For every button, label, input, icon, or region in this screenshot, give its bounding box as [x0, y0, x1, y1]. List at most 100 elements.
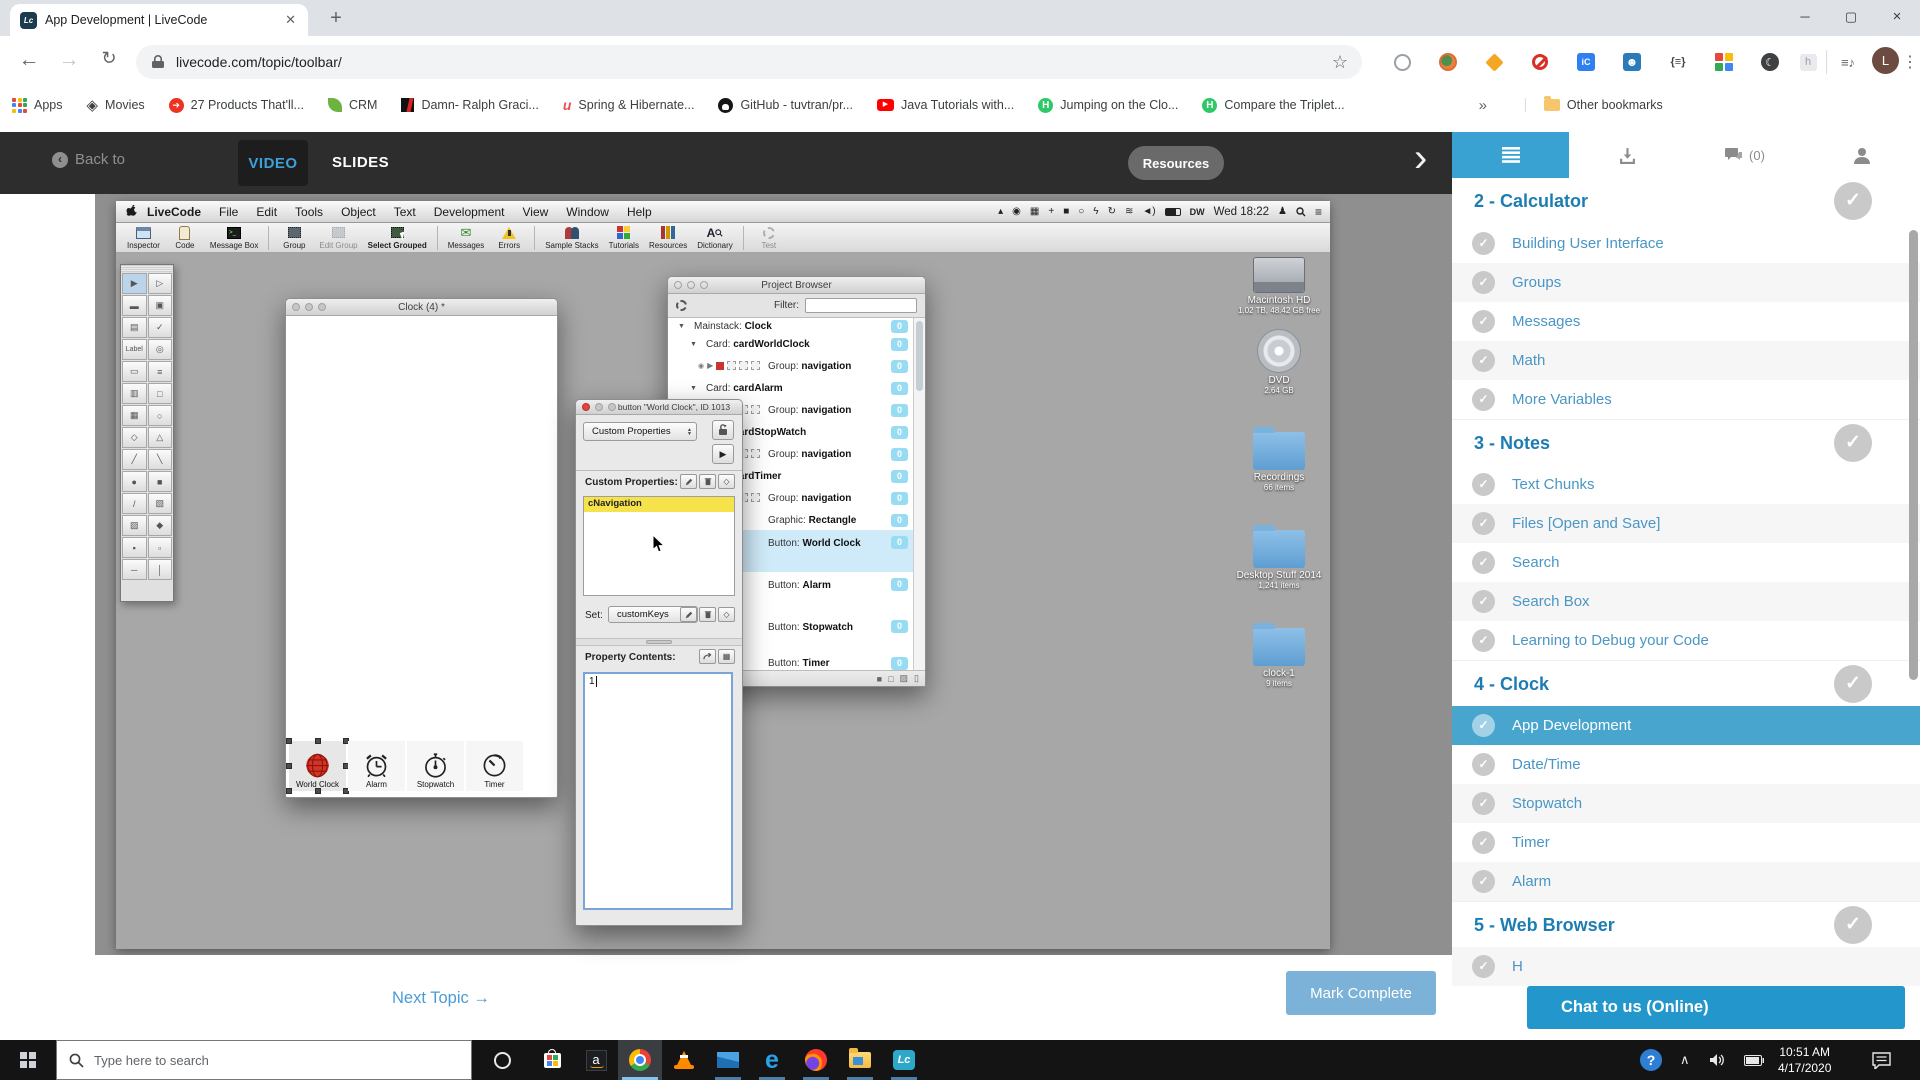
desktop-icon-recordings[interactable]: Recordings 66 items [1228, 432, 1330, 492]
lesson-item[interactable]: ✓Timer [1452, 823, 1920, 862]
sidebar-scrollbar[interactable] [1909, 230, 1918, 680]
desktop-icon-dvd[interactable]: DVD 2.64 GB [1228, 329, 1330, 395]
taskbar-clock[interactable]: 10:51 AM4/17/2020 [1778, 1040, 1831, 1080]
tree-row-card[interactable]: ▼Card: cardAlarm0 [668, 380, 913, 398]
action-center-button[interactable] [1872, 1040, 1891, 1080]
lock-button[interactable] [712, 420, 734, 440]
address-bar[interactable]: livecode.com/topic/toolbar/ ☆ [136, 45, 1362, 79]
tab-close-icon[interactable]: ✕ [283, 12, 298, 28]
window-close-button[interactable]: × [1874, 0, 1920, 36]
battery-status-icon[interactable] [1165, 208, 1181, 216]
menu-development[interactable]: Development [425, 205, 514, 219]
desktop-icon-desktop-stuff[interactable]: Desktop Stuff 2014 1,241 items [1228, 530, 1330, 590]
menu-list-icon[interactable]: ≡ [1315, 205, 1322, 219]
tab-comments[interactable]: (0) [1686, 132, 1803, 178]
browser-tab[interactable]: Lc App Development | LiveCode ✕ [10, 4, 308, 36]
start-button[interactable] [8, 1040, 48, 1080]
blocker-extension-icon[interactable] [1528, 50, 1552, 74]
next-topic-link[interactable]: Next Topic → [392, 989, 490, 1008]
project-browser-scrollbar[interactable] [913, 318, 925, 670]
darkreader-extension-icon[interactable]: ☾ [1758, 50, 1782, 74]
profile-avatar[interactable]: L [1872, 47, 1899, 74]
toolbar-selectgrouped-button[interactable]: Select Grouped [368, 225, 427, 250]
tree-row-group[interactable]: ◉▶Group: navigation0 [668, 354, 913, 380]
menu-window[interactable]: Window [557, 205, 618, 219]
palette-titlebar[interactable] [121, 265, 173, 272]
explorer-button[interactable] [838, 1040, 882, 1080]
lesson-item-active[interactable]: ✓App Development [1452, 706, 1920, 745]
tab-lesson-list[interactable] [1452, 132, 1569, 178]
property-inspector-window[interactable]: button "World Clock", ID 1013 Custom Pro… [575, 399, 743, 926]
menu-text[interactable]: Text [385, 205, 425, 219]
alarm-button[interactable]: Alarm [348, 741, 405, 791]
resources-button[interactable]: Resources [1128, 146, 1224, 180]
volume-status-icon[interactable]: ◄) [1142, 206, 1155, 217]
chat-to-us-button[interactable]: Chat to us (Online) [1527, 986, 1905, 1029]
video-player[interactable]: LiveCode File Edit Tools Object Text Dev… [95, 194, 1452, 955]
stopwatch-button[interactable]: Stopwatch [407, 741, 464, 791]
menubar-clock[interactable]: Wed 18:22 [1214, 206, 1269, 218]
toolbar-group-button[interactable]: Group [279, 225, 309, 250]
bookmark-star-icon[interactable]: ☆ [1332, 52, 1348, 73]
livecode-taskbar-button[interactable]: Lc [882, 1040, 926, 1080]
user-status-icon[interactable]: ♟ [1278, 206, 1287, 217]
bookmarks-overflow-chevron[interactable]: » [1479, 97, 1487, 114]
toolbar-dictionary-button[interactable]: ADictionary [697, 225, 733, 250]
worldclock-button[interactable]: World Clock [289, 741, 346, 791]
lesson-item[interactable]: ✓Math [1452, 341, 1920, 380]
toolbar-errors-button[interactable]: Errors [494, 225, 524, 250]
inspector-titlebar[interactable]: button "World Clock", ID 1013 [576, 400, 742, 415]
tree-row-card[interactable]: ▼Card: cardWorldClock0 [668, 336, 913, 354]
bookmark-damn-ralph[interactable]: Damn- Ralph Graci... [401, 98, 538, 112]
lesson-item[interactable]: ✓Files [Open and Save] [1452, 504, 1920, 543]
window-traffic-lights[interactable] [582, 403, 616, 411]
battery-button[interactable] [1744, 1040, 1764, 1080]
drive-status-icon[interactable]: ▴ [998, 206, 1003, 217]
mark-complete-button[interactable]: Mark Complete [1286, 971, 1436, 1015]
lesson-item[interactable]: ✓Learning to Debug your Code [1452, 621, 1920, 660]
menu-livecode[interactable]: LiveCode [138, 205, 210, 219]
notes-status-icon[interactable]: ■ [1063, 206, 1069, 217]
tab-video[interactable]: VIDEO [238, 140, 308, 186]
lesson-item[interactable]: ✓Search Box [1452, 582, 1920, 621]
bookmark-crm[interactable]: CRM [328, 98, 377, 112]
browser-menu-icon[interactable]: ⋮ [1898, 50, 1920, 74]
bookmark-spring-hibernate[interactable]: uSpring & Hibernate... [563, 97, 695, 113]
menu-help[interactable]: Help [618, 205, 661, 219]
tray-chevron-button[interactable]: ∧ [1680, 1040, 1690, 1080]
timemachine-status-icon[interactable]: ↻ [1108, 206, 1116, 217]
lesson-item[interactable]: ✓Stopwatch [1452, 784, 1920, 823]
splitter-handle[interactable] [576, 638, 742, 646]
property-contents-textarea[interactable]: 1 [583, 672, 733, 910]
ic-extension-icon[interactable]: iC [1574, 50, 1598, 74]
reload-button[interactable]: ↻ [94, 48, 124, 69]
desktop-icon-macintosh-hd[interactable]: Macintosh HD 1.02 TB, 48.42 GB free [1228, 257, 1330, 315]
filter-input[interactable] [805, 298, 917, 313]
honey-extension-icon[interactable] [1482, 50, 1506, 74]
menu-view[interactable]: View [513, 205, 557, 219]
photos-status-icon[interactable]: ▦ [1030, 206, 1039, 217]
tab-downloads[interactable] [1569, 132, 1686, 178]
wrap-arrow-button[interactable] [699, 649, 716, 664]
lesson-item[interactable]: ✓Messages [1452, 302, 1920, 341]
chrome-taskbar-button[interactable] [618, 1040, 662, 1080]
lesson-item[interactable]: ✓Text Chunks [1452, 465, 1920, 504]
dw-status-badge[interactable]: DW [1190, 207, 1205, 217]
mail-button[interactable] [706, 1040, 750, 1080]
media-playlist-icon[interactable]: ≡♪ [1836, 50, 1860, 74]
bookmark-github[interactable]: GitHub - tuvtran/pr... [718, 98, 853, 113]
bookmark-jumping-cloud[interactable]: HJumping on the Clo... [1038, 98, 1178, 113]
tree-row-mainstack[interactable]: ▼Mainstack: Clock0 [668, 318, 913, 336]
other-bookmarks[interactable]: Other bookmarks [1525, 98, 1663, 112]
window-traffic-lights[interactable] [292, 303, 326, 311]
menu-edit[interactable]: Edit [247, 205, 286, 219]
grid-view-button[interactable]: ▦ [718, 649, 735, 664]
volume-button[interactable] [1710, 1040, 1726, 1080]
earth-extension-icon[interactable] [1436, 50, 1460, 74]
next-lesson-chevron[interactable]: › [1414, 136, 1427, 181]
cortana-button[interactable] [480, 1040, 524, 1080]
delete-trash-button[interactable] [699, 474, 716, 489]
firefox-button[interactable] [794, 1040, 838, 1080]
window-maximize-button[interactable]: ▢ [1828, 0, 1874, 36]
chat-status-icon[interactable]: ○ [1078, 206, 1084, 217]
